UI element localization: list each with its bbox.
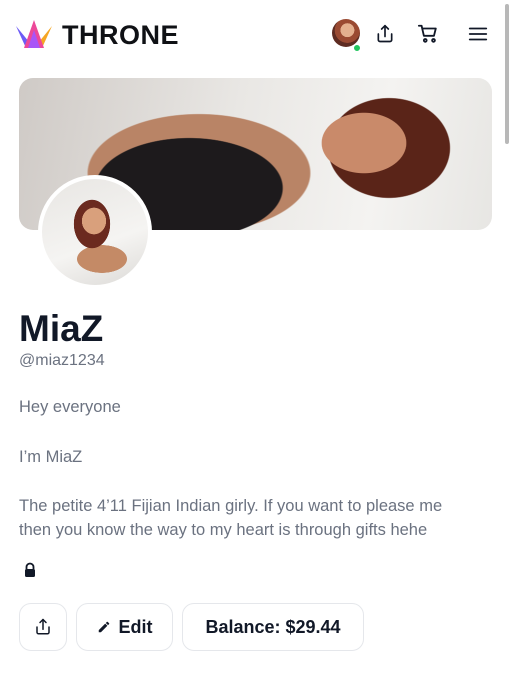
bio-line: then you know the way to my heart is thr… [19,521,428,539]
user-avatar[interactable] [332,19,360,47]
share-icon [36,618,50,635]
brand-logo[interactable]: THRONE [14,18,179,52]
bio-line: Hey everyone [19,398,121,416]
profile-name: MiaZ [19,308,104,349]
header-share-button[interactable] [373,22,397,46]
profile-handle: @miaz1234 [19,352,105,369]
edit-label: Edit [118,616,153,637]
balance-button[interactable]: Balance: $29.44 [182,603,364,651]
edit-profile-button[interactable]: Edit [76,603,173,651]
hamburger-menu-icon [468,27,488,41]
cart-icon [417,24,437,43]
share-profile-button[interactable] [19,603,67,651]
brand-name: THRONE [62,19,179,50]
share-icon [377,24,393,43]
crown-logo-icon [16,20,52,48]
profile-avatar [38,175,152,289]
online-status-dot [353,44,361,52]
cart-button[interactable] [416,22,440,46]
scrollbar[interactable] [505,4,509,144]
top-navbar: THRONE [0,0,511,72]
lock-icon [25,562,35,577]
bio-line: I’m MiaZ [19,448,83,466]
bio-line: The petite 4’11 Fijian Indian girly. If … [19,497,443,515]
pencil-icon [98,621,109,633]
menu-button[interactable] [466,22,490,46]
balance-label: Balance: $29.44 [205,616,341,637]
